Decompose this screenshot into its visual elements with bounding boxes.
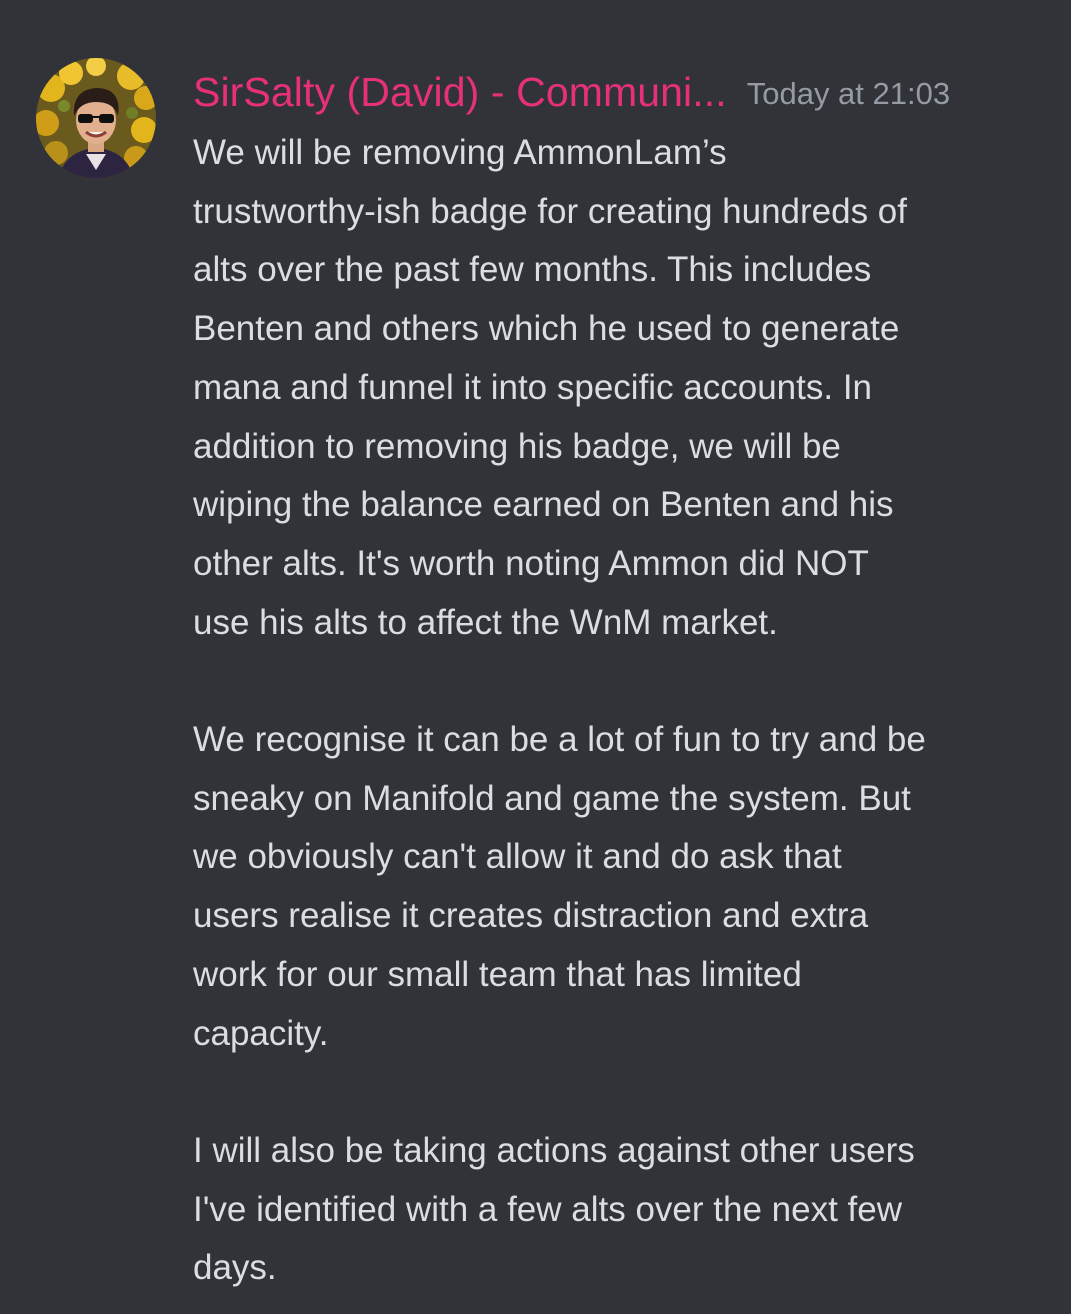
message-line: I've identified with a few alts over the…: [193, 1189, 902, 1229]
message-line: We recognise it can be a lot of fun to t…: [193, 720, 926, 760]
message-line: mana and funnel it into specific account…: [193, 367, 873, 407]
message-line: Benten and others which he used to gener…: [193, 309, 900, 349]
message-line: we obviously can't allow it and do ask t…: [193, 837, 842, 877]
message-line: capacity.: [193, 1013, 329, 1053]
message-timestamp: Today at 21:03: [746, 76, 951, 111]
message-line: days.: [193, 1248, 277, 1288]
avatar-photo: [36, 58, 156, 178]
message-content: We will be removing AmmonLam’s trustwort…: [193, 124, 1053, 1298]
message-line: alts over the past few months. This incl…: [193, 250, 872, 290]
message-line: trustworthy-ish badge for creating hundr…: [193, 191, 907, 231]
message-line: wiping the balance earned on Benten and …: [193, 485, 894, 525]
message-line: We will be removing AmmonLam’s: [193, 133, 727, 172]
message-line: other alts. It's worth noting Ammon did …: [193, 543, 869, 583]
message-paragraph-2: We recognise it can be a lot of fun to t…: [193, 711, 1053, 1063]
message-paragraph-3: I will also be taking actions against ot…: [193, 1122, 1053, 1298]
chat-message: SirSalty (David) - Communi... Today at 21…: [0, 0, 1071, 1314]
message-line: sneaky on Manifold and game the system. …: [193, 778, 911, 818]
author-name[interactable]: SirSalty (David) - Communi...: [193, 69, 727, 115]
message-line: use his alts to affect the WnM market.: [193, 602, 778, 642]
avatar[interactable]: [36, 58, 156, 178]
message-paragraph-1: We will be removing AmmonLam’s trustwort…: [193, 124, 1053, 652]
message-line: work for our small team that has limited: [193, 954, 802, 994]
message-line: users realise it creates distraction and…: [193, 896, 869, 936]
message-line: I will also be taking actions against ot…: [193, 1130, 915, 1170]
message-line: addition to removing his badge, we will …: [193, 426, 841, 466]
message-header: SirSalty (David) - Communi... Today at 21…: [193, 62, 950, 122]
